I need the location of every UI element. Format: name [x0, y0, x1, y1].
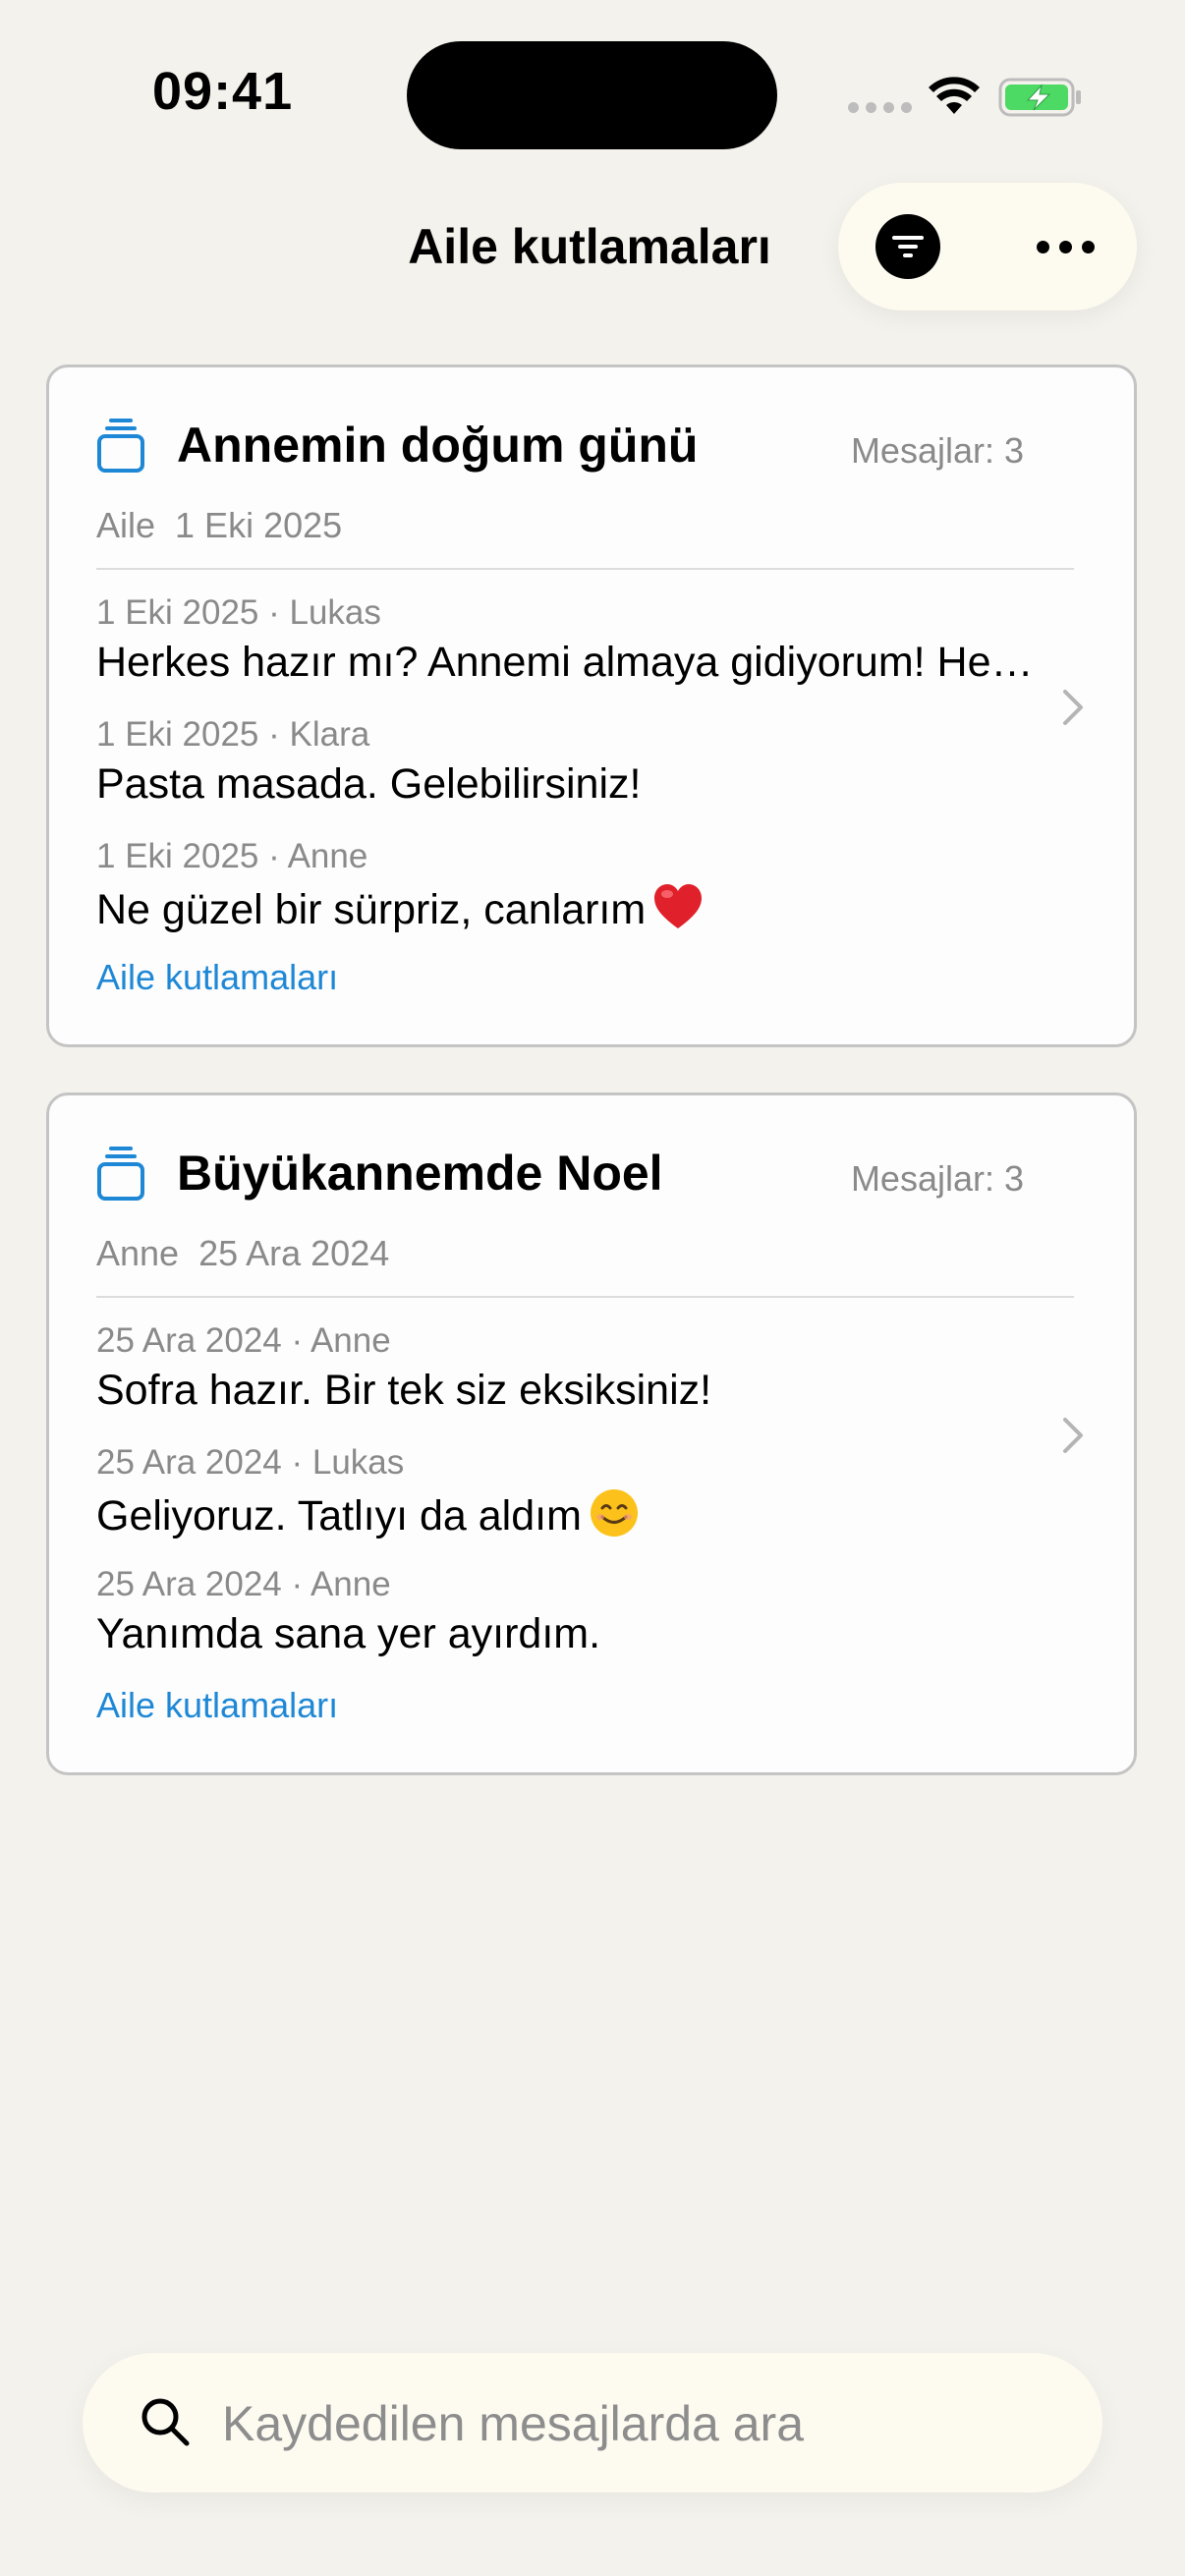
- message-text: Geliyoruz. Tatlıyı da aldım: [96, 1492, 582, 1540]
- filter-icon: [892, 236, 924, 257]
- message-item: 1 Eki 2025 · Lukas Herkes hazır mı? Anne…: [96, 593, 1040, 688]
- message-count: Mesajlar: 3: [850, 1158, 1024, 1199]
- wifi-icon: [929, 77, 980, 114]
- stack-icon: [97, 1147, 144, 1201]
- conversation-card[interactable]: Annemin doğum günü Mesajlar: 3 Aile 1 Ek…: [46, 364, 1137, 1047]
- status-time: 09:41: [152, 62, 294, 121]
- message-item: 1 Eki 2025 · Klara Pasta masada. Gelebil…: [96, 715, 1040, 810]
- conversation-meta: Anne 25 Ara 2024: [96, 1233, 390, 1273]
- message-item: 25 Ara 2024 · Anne Sofra hazır. Bir tek …: [96, 1321, 1040, 1416]
- more-options-button[interactable]: [1033, 214, 1098, 279]
- conversation-title: Annemin doğum günü: [177, 418, 699, 473]
- search-input[interactable]: [220, 2384, 1069, 2463]
- more-dot-icon: [1058, 240, 1072, 253]
- conversation-tag[interactable]: Aile kutlamaları: [96, 957, 338, 998]
- chevron-right-icon: [1063, 690, 1083, 725]
- dynamic-island: [407, 41, 777, 149]
- message-text: Herkes hazır mı? Annemi almaya gidiyorum…: [96, 639, 1040, 686]
- message-item: 25 Ara 2024 · Anne Yanımda sana yer ayır…: [96, 1565, 1040, 1659]
- message-meta: 1 Eki 2025 · Lukas: [96, 593, 381, 632]
- message-text: Ne güzel bir sürpriz, canlarım: [96, 886, 647, 933]
- message-text-row: Ne güzel bir sürpriz, canlarım: [96, 880, 1040, 935]
- conversation-tag[interactable]: Aile kutlamaları: [96, 1685, 338, 1726]
- message-meta: 25 Ara 2024 · Anne: [96, 1565, 391, 1603]
- message-meta: 1 Eki 2025 · Anne: [96, 837, 368, 875]
- red-heart-icon: [654, 884, 703, 928]
- search-icon: [141, 2398, 190, 2446]
- filter-button[interactable]: [875, 214, 940, 279]
- message-text: Pasta masada. Gelebilirsiniz!: [96, 760, 642, 808]
- conversation-title: Büyükannemde Noel: [177, 1146, 663, 1201]
- battery-charging-icon: [998, 78, 1081, 117]
- search-bar[interactable]: [83, 2353, 1102, 2492]
- message-item: 1 Eki 2025 · Anne Ne güzel bir sürpriz, …: [96, 837, 1040, 935]
- chevron-right-icon: [1063, 1418, 1083, 1453]
- stack-icon: [97, 419, 144, 473]
- message-count: Mesajlar: 3: [850, 430, 1024, 471]
- message-text-row: Geliyoruz. Tatlıyı da aldım: [96, 1486, 1040, 1541]
- message-meta: 25 Ara 2024 · Anne: [96, 1321, 391, 1360]
- smiling-face-icon: [590, 1489, 638, 1537]
- message-meta: 25 Ara 2024 · Lukas: [96, 1443, 405, 1482]
- message-item: 25 Ara 2024 · Lukas Geliyoruz. Tatlıyı d…: [96, 1443, 1040, 1541]
- conversation-meta: Aile 1 Eki 2025: [96, 505, 343, 545]
- conversation-card[interactable]: Büyükannemde Noel Mesajlar: 3 Anne 25 Ar…: [46, 1092, 1137, 1775]
- divider: [96, 568, 1074, 570]
- nav-actions: [838, 183, 1137, 310]
- cellular-signal-icon: [848, 102, 912, 113]
- more-dot-icon: [1036, 240, 1049, 253]
- message-text: Sofra hazır. Bir tek siz eksiksiniz!: [96, 1367, 712, 1414]
- more-dot-icon: [1081, 240, 1095, 253]
- message-text: Yanımda sana yer ayırdım.: [96, 1610, 601, 1657]
- message-meta: 1 Eki 2025 · Klara: [96, 715, 370, 754]
- divider: [96, 1296, 1074, 1298]
